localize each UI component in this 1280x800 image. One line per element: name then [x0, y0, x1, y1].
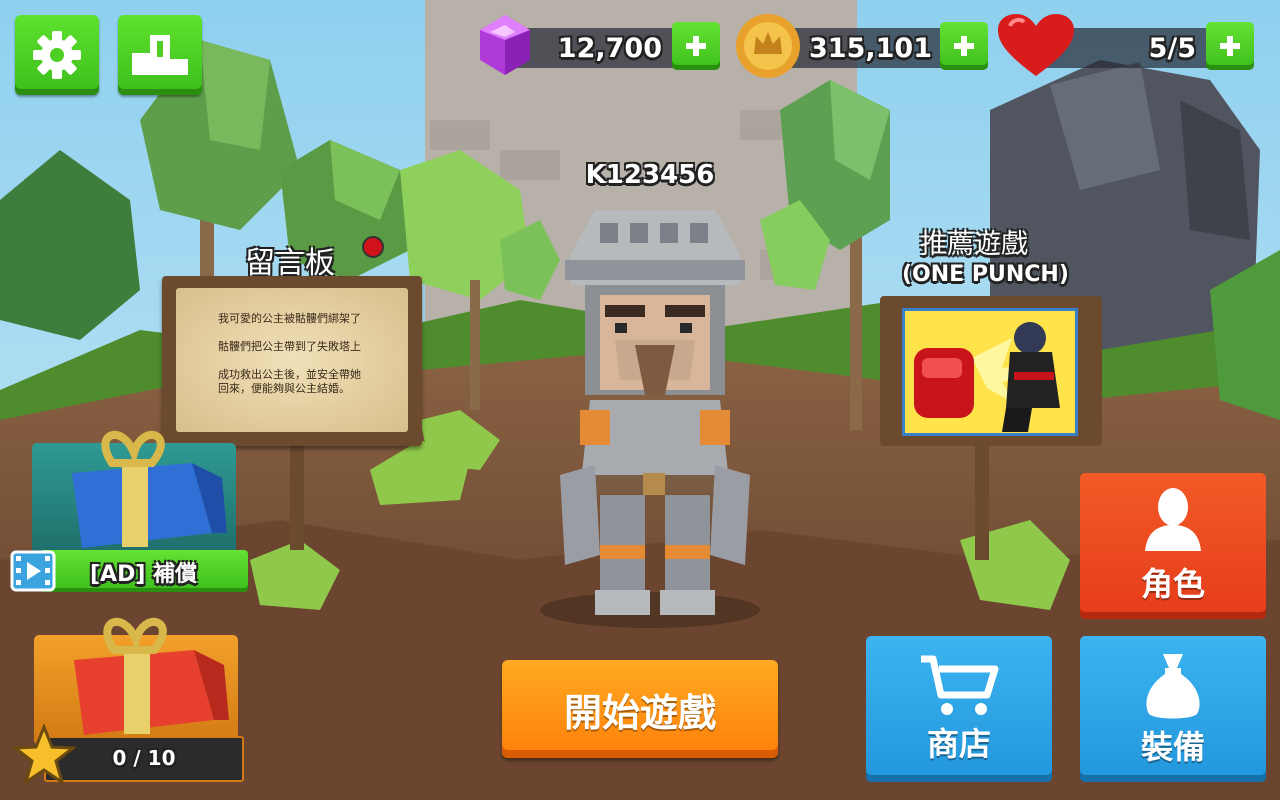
plus-icon [686, 36, 706, 56]
character-button[interactable]: 角色 [1080, 473, 1266, 619]
notification-dot [362, 236, 384, 258]
plus-icon [954, 36, 974, 56]
star-icon [12, 724, 76, 786]
start-game-button[interactable]: 開始遊戲 [502, 660, 778, 758]
person-icon [1145, 488, 1201, 551]
one-punch-thumbnail [902, 308, 1078, 436]
recommend-board[interactable] [880, 296, 1102, 446]
gem-count: 12,700 [557, 33, 662, 64]
board-line: 回來，便能夠與公主結婚。 [218, 382, 350, 395]
gift-red-icon [74, 617, 229, 735]
equipment-label: 裝備 [1140, 728, 1205, 766]
heart-icon [998, 14, 1074, 76]
ad-compensation-button[interactable]: [AD] 補償 [40, 550, 248, 592]
bag-icon [1146, 654, 1200, 719]
recommend-subtitle: (ONE PUNCH) [902, 262, 1069, 287]
message-board[interactable]: 我可愛的公主被骷髏們綁架了 骷髏們把公主帶到了失敗塔上 成功救出公主後，並安全帶… [162, 276, 422, 446]
board-line: 我可愛的公主被骷髏們綁架了 [218, 312, 361, 325]
add-coins-button[interactable] [940, 22, 988, 70]
ad-compensation-label: [AD] 補償 [90, 562, 198, 587]
gear-icon [33, 31, 81, 79]
equipment-button[interactable]: 裝備 [1080, 636, 1266, 782]
cart-icon [921, 655, 999, 715]
lives-count: 5/5 [1148, 33, 1196, 64]
coin-count: 315,101 [809, 33, 932, 64]
add-gems-button[interactable] [672, 22, 720, 70]
board-paper: 我可愛的公主被骷髏們綁架了 骷髏們把公主帶到了失敗塔上 成功救出公主後，並安全帶… [176, 288, 408, 432]
add-lives-button[interactable] [1206, 22, 1254, 70]
plus-icon [1220, 36, 1240, 56]
shop-button[interactable]: 商店 [866, 636, 1052, 782]
podium-icon [132, 35, 188, 75]
start-game-label: 開始遊戲 [563, 690, 716, 735]
player-name: K123456 [585, 160, 715, 190]
leaderboard-button[interactable] [118, 15, 202, 95]
film-icon [10, 550, 56, 592]
recommend-title: 推薦遊戲 [920, 229, 1028, 260]
gift-blue-icon [72, 430, 227, 548]
settings-button[interactable] [15, 15, 99, 95]
shop-label: 商店 [926, 725, 991, 763]
ad-gift-panel[interactable] [32, 430, 236, 553]
board-line: 骷髏們把公主帶到了失敗塔上 [218, 340, 361, 353]
coin-icon [736, 14, 800, 78]
character-label: 角色 [1140, 565, 1205, 603]
knight-character[interactable] [555, 205, 755, 625]
